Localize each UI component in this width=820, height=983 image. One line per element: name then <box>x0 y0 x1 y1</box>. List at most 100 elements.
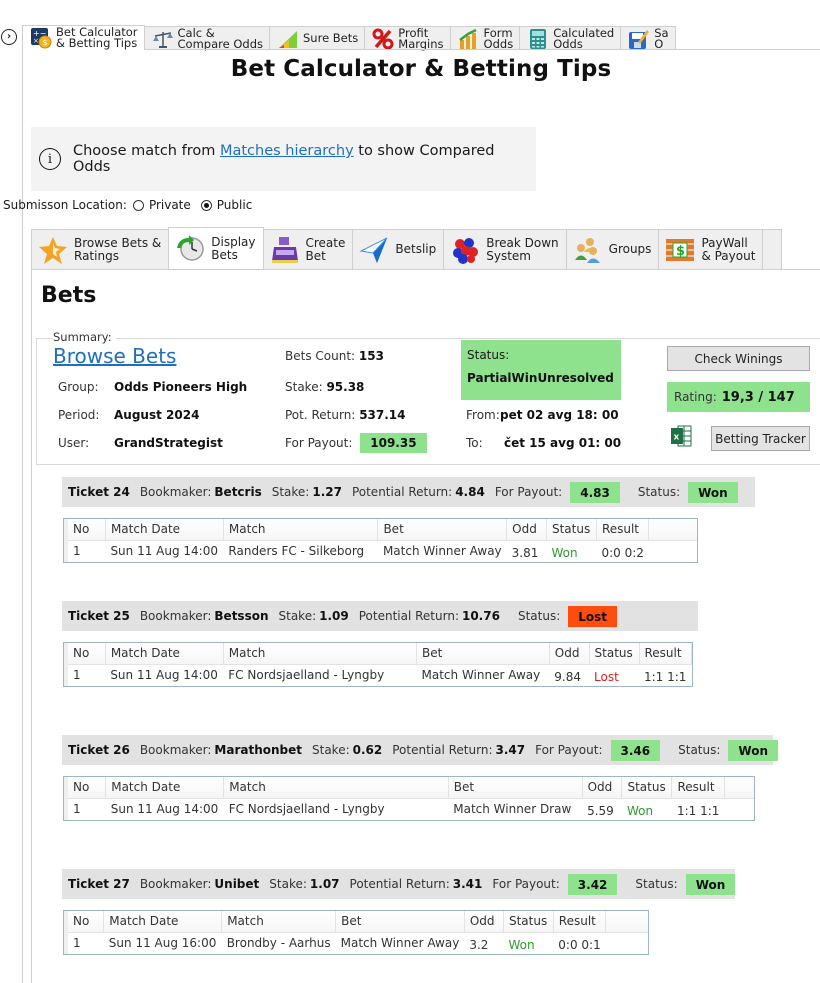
column-header-no[interactable]: No <box>64 777 107 799</box>
ticket-potential-return: Potential Return: 4.84 <box>351 485 485 499</box>
table-row[interactable]: 1 Sun 11 Aug 16:00 Brondby - Aarhus Match W… <box>64 932 648 954</box>
summary-period-row: Period: August 2024 <box>58 408 200 422</box>
stake-value: 1.07 <box>309 877 340 891</box>
column-header-odd[interactable]: Odd <box>506 519 547 541</box>
potential-return-value: 10.76 <box>461 609 500 623</box>
ticket-header: Ticket 26 Bookmaker: Marathonbet Stake: 0.62… <box>62 735 779 765</box>
browse-bets-link[interactable]: Browse Bets <box>53 344 176 368</box>
matches-hierarchy-link[interactable]: Matches hierarchy <box>220 143 354 159</box>
ticket-stake: Stake: 0.62 <box>312 743 383 757</box>
tab-sure-bets[interactable]: Sure Bets <box>269 26 366 50</box>
tab-more[interactable] <box>762 229 783 269</box>
table-header-row: No Match Date Match Bet Odd Status Result <box>64 911 648 933</box>
excel-icon[interactable]: x <box>670 424 692 448</box>
column-header-result[interactable]: Result <box>671 777 725 799</box>
column-header-result[interactable]: Result <box>639 643 692 665</box>
tab-calc-compare-odds[interactable]: Calc & Compare Odds <box>143 26 270 50</box>
column-header-match[interactable]: Match <box>223 519 379 541</box>
svg-text:×: × <box>33 37 39 45</box>
ticket-matches-grid[interactable]: No Match Date Match Bet Odd Status Result 1 Sun … <box>63 776 755 821</box>
cell-match: FC Nordsjaelland - Lyngby <box>228 668 385 683</box>
stake-value: 1.27 <box>312 485 342 499</box>
from-value: pet 02 avg 18: 00 <box>500 408 619 422</box>
scales-icon <box>152 28 174 50</box>
stake-value: 95.38 <box>326 380 365 394</box>
column-header-match[interactable]: Match <box>223 643 418 665</box>
ticket-matches-grid[interactable]: No Match Date Match Bet Odd Status Result 1 Sun … <box>63 642 693 687</box>
calculator-coin-icon: +− × $ <box>30 27 52 49</box>
period-value: August 2024 <box>114 408 200 422</box>
radio-button-selected-icon <box>200 199 212 211</box>
column-header-bet[interactable]: Bet <box>448 777 583 799</box>
check-winnings-button[interactable]: Check Winings <box>667 346 810 371</box>
radio-public[interactable]: Public <box>200 198 252 212</box>
tab-saved-odds[interactable]: Sa O <box>620 26 676 50</box>
column-header-no[interactable]: No <box>63 519 106 541</box>
for-payout-badge: 4.83 <box>570 481 620 503</box>
column-header-odd[interactable]: Odd <box>582 777 623 799</box>
tab-break-down-system[interactable]: Break Down System <box>443 229 567 269</box>
column-header-odd[interactable]: Odd <box>464 911 504 933</box>
tab-betslip[interactable]: Betslip <box>352 229 445 269</box>
ticket-potential-return: Potential Return: 3.47 <box>392 743 526 757</box>
table-row[interactable]: 1 Sun 11 Aug 14:00 Randers FC - Silkeborg M… <box>63 540 697 562</box>
tab-paywall-payout[interactable]: $ PayWall & Payout <box>658 229 764 269</box>
column-header-bet[interactable]: Bet <box>416 643 550 665</box>
radio-private[interactable]: Private <box>132 198 191 212</box>
column-header-bet[interactable]: Bet <box>335 911 465 933</box>
column-header-match-date[interactable]: Match Date <box>105 777 225 799</box>
summary-status-box: Status: PartialWinUnresolved <box>461 340 621 400</box>
column-header-status[interactable]: Status <box>546 519 597 541</box>
bookmaker-value: Betcris <box>214 485 262 499</box>
column-header-match-date[interactable]: Match Date <box>105 519 224 541</box>
column-header-result[interactable]: Result <box>596 519 650 541</box>
cell-filler <box>606 932 648 954</box>
ticket-number: Ticket 27 <box>68 877 130 891</box>
table-header-row: No Match Date Match Bet Odd Status Result <box>63 643 692 665</box>
ticket-status-badge: Won <box>685 873 736 895</box>
ticket-for-payout: For Payout: 4.83 <box>495 481 620 503</box>
cell-status: Won <box>551 546 578 561</box>
ticket-status-badge: Lost <box>568 605 618 627</box>
ticket-status: Status: Won <box>638 481 738 503</box>
bets-count-value: 153 <box>358 349 384 363</box>
tab-calculated-odds[interactable]: Calculated Odds <box>519 26 622 50</box>
summary-user-row: User: GrandStrategist <box>58 436 223 450</box>
column-header-odd[interactable]: Odd <box>549 643 590 665</box>
column-header-match[interactable]: Match <box>223 777 449 799</box>
ticket-for-payout: For Payout: 3.42 <box>492 873 618 895</box>
ticket-matches-grid[interactable]: No Match Date Match Bet Odd Status Result 1 Sun … <box>63 518 698 563</box>
tab-display-bets[interactable]: Display Bets <box>168 227 264 269</box>
column-header-status[interactable]: Status <box>589 643 640 665</box>
ticket-bookmaker: Bookmaker: Betcris <box>139 485 262 499</box>
cell-result: 1:1 1:1 <box>644 670 687 685</box>
rating-box: Rating: 19,3 / 147 <box>667 382 810 412</box>
column-header-match[interactable]: Match <box>221 911 337 933</box>
column-header-match-date[interactable]: Match Date <box>105 643 224 665</box>
column-header-match-date[interactable]: Match Date <box>103 911 223 933</box>
rising-chart-icon <box>277 28 299 50</box>
tab-profit-margins[interactable]: Profit Margins <box>364 26 451 50</box>
column-header-bet[interactable]: Bet <box>377 519 508 541</box>
expand-panel-button[interactable]: › <box>1 29 17 45</box>
tab-browse-bets-ratings[interactable]: Browse Bets & Ratings <box>31 229 170 269</box>
table-row[interactable]: 1 Sun 11 Aug 14:00 FC Nordsjaelland - Lyng… <box>63 664 692 686</box>
tab-groups[interactable]: Groups <box>565 229 660 269</box>
bookmaker-value: Betsson <box>214 609 269 623</box>
matches-table: No Match Date Match Bet Odd Status Result 1 Sun … <box>63 643 692 686</box>
column-header-no[interactable]: No <box>64 911 105 933</box>
summary-status-value: PartialWinUnresolved <box>467 371 614 385</box>
column-header-status[interactable]: Status <box>503 911 554 933</box>
table-row[interactable]: 1 Sun 11 Aug 14:00 FC Nordsjaelland - Lyng… <box>64 798 754 820</box>
tab-create-bet[interactable]: Create Bet <box>262 229 354 269</box>
column-header-no[interactable]: No <box>63 643 106 665</box>
ticket-matches-grid[interactable]: No Match Date Match Bet Odd Status Result 1 Sun … <box>63 910 649 955</box>
svg-text:$: $ <box>43 38 48 47</box>
tab-form-odds[interactable]: Form Odds <box>449 26 521 50</box>
column-header-status[interactable]: Status <box>621 777 673 799</box>
column-header-result[interactable]: Result <box>553 911 607 933</box>
cell-bet: Match Winner Away <box>421 668 541 683</box>
betting-tracker-button[interactable]: Betting Tracker <box>711 426 810 451</box>
ticket-card: Ticket 26 Bookmaker: Marathonbet Stake: 0.62… <box>62 735 779 821</box>
tab-bet-calculator[interactable]: +− × $ Bet Calculator & Betting Tips <box>22 25 145 50</box>
